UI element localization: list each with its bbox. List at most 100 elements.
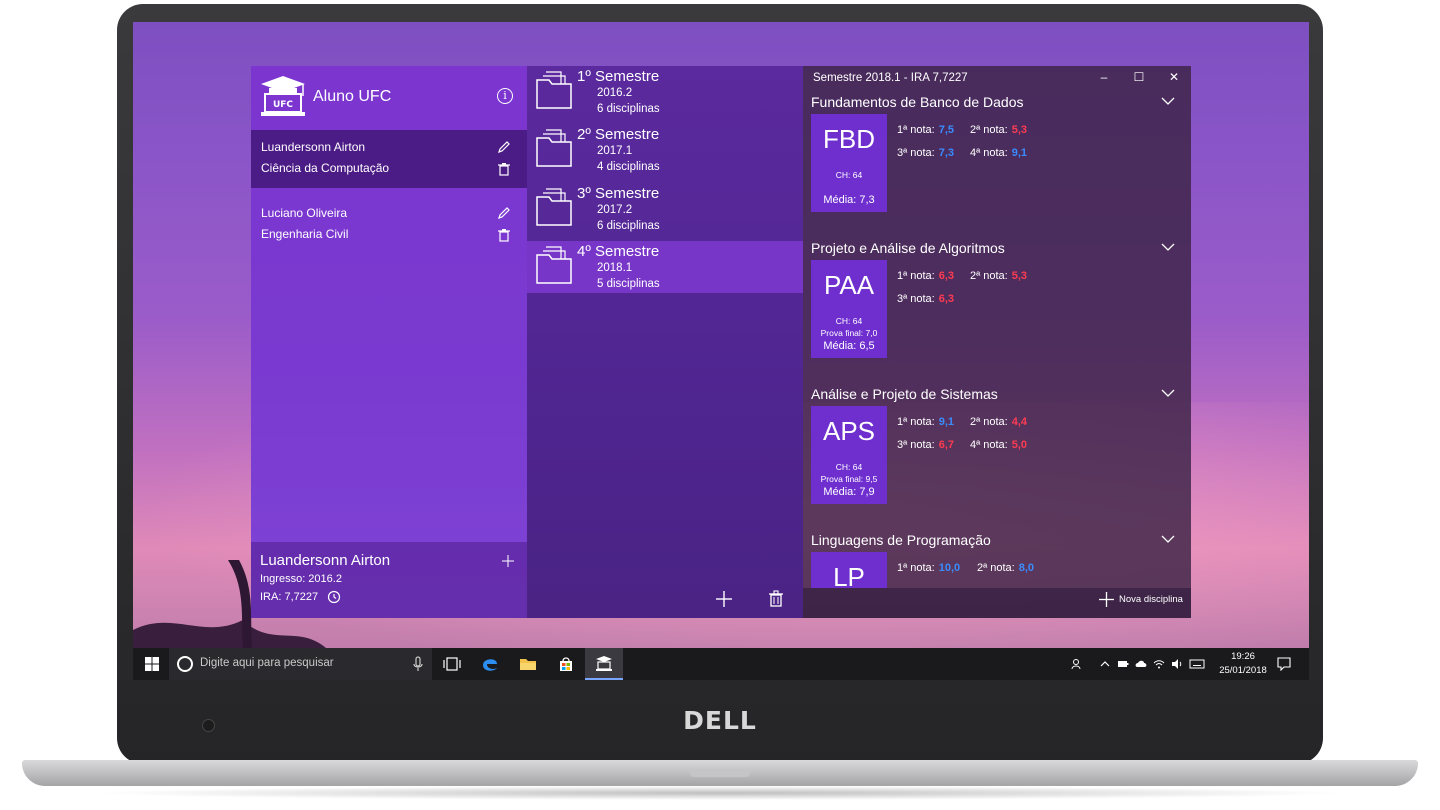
pencil-edit-icon[interactable] xyxy=(497,206,511,220)
discipline-card[interactable]: LP xyxy=(811,552,887,588)
minimize-button[interactable]: – xyxy=(1097,70,1111,84)
grade-label: 3ª nota: xyxy=(897,293,935,305)
windows-start-icon[interactable] xyxy=(145,657,159,671)
semester-item[interactable]: 2º Semestre 2017.1 4 disciplinas xyxy=(527,124,803,176)
app-window: UFC Aluno UFC i Luandersonn Airton Ciênc… xyxy=(251,66,1191,618)
semester-item-selected[interactable]: 4º Semestre 2018.1 5 disciplinas xyxy=(527,241,803,293)
cortana-icon[interactable] xyxy=(177,656,193,672)
semester-item[interactable]: 1º Semestre 2016.2 6 disciplinas xyxy=(527,66,803,118)
chevron-up-icon[interactable] xyxy=(1099,658,1111,670)
discipline-abbr: PAA xyxy=(823,270,875,300)
taskbar-search-box[interactable]: Digite aqui para pesquisar xyxy=(169,648,432,680)
discipline-card[interactable]: FBD CH: 64 Média: 7,3 xyxy=(811,114,887,212)
chevron-down-icon[interactable] xyxy=(1161,534,1175,544)
people-icon[interactable] xyxy=(1071,658,1083,670)
edge-browser-icon[interactable] xyxy=(481,655,499,673)
discipline-item: Análise e Projeto de Sistemas APS CH: 64… xyxy=(803,386,1191,526)
grade-value: 7,5 xyxy=(938,124,955,136)
trash-icon[interactable] xyxy=(498,228,510,242)
current-student-ira: IRA: 7,7227 xyxy=(260,591,319,603)
window-title: Semestre 2018.1 - IRA 7,7227 xyxy=(813,72,968,84)
folder-icon xyxy=(536,71,572,109)
discipline-ch: CH: 64 xyxy=(835,316,863,326)
grade: 3ª nota: 6,3 xyxy=(897,293,954,305)
discipline-item: Linguagens de Programação LP 1ª nota: 10,… xyxy=(803,532,1191,588)
discipline-ch: CH: 64 xyxy=(835,462,863,472)
discipline-item: Fundamentos de Banco de Dados FBD CH: 64… xyxy=(803,94,1191,234)
semesters-pane: 1º Semestre 2016.2 6 disciplinas 2º Seme… xyxy=(527,66,803,618)
student-item[interactable]: Luandersonn Airton Ciência da Computação xyxy=(251,130,527,188)
task-view-icon[interactable] xyxy=(443,655,461,673)
discipline-card[interactable]: PAA CH: 64 Prova final: 7,0 Média: 6,5 xyxy=(811,260,887,358)
grade-label: 1ª nota: xyxy=(897,124,935,136)
store-icon[interactable] xyxy=(557,655,575,673)
clock-time[interactable]: 19:26 xyxy=(1229,651,1257,662)
app-title: Aluno UFC xyxy=(313,88,392,105)
semester-code: 2016.2 xyxy=(597,87,633,99)
grade-value: 5,3 xyxy=(1011,270,1028,282)
current-student-name: Luandersonn Airton xyxy=(260,552,391,569)
grade-label: 2ª nota: xyxy=(970,124,1008,136)
discipline-abbr: LP xyxy=(833,562,865,588)
grade: 1ª nota: 7,5 xyxy=(897,124,954,136)
new-discipline-button[interactable]: Nova disciplina xyxy=(1119,594,1183,605)
microphone-icon[interactable] xyxy=(413,656,423,672)
keyboard-icon[interactable] xyxy=(1189,658,1205,670)
semester-code: 2018.1 xyxy=(597,262,633,274)
pencil-edit-icon[interactable] xyxy=(497,140,511,154)
base-shadow xyxy=(90,786,1350,800)
delete-semester-icon[interactable] xyxy=(769,590,783,607)
grade-label: 1ª nota: xyxy=(897,562,935,574)
volume-icon[interactable] xyxy=(1171,658,1183,670)
maximize-button[interactable]: ☐ xyxy=(1132,70,1146,84)
folder-icon xyxy=(536,129,572,167)
student-name: Luandersonn Airton xyxy=(261,140,366,154)
action-center-icon[interactable] xyxy=(1277,657,1291,671)
grade-label: 2ª nota: xyxy=(977,562,1015,574)
taskbar-active-app[interactable] xyxy=(585,648,623,680)
discipline-media: Média: 6,5 xyxy=(823,340,875,352)
add-semester-icon[interactable] xyxy=(715,590,733,608)
desktop-screen: UFC Aluno UFC i Luandersonn Airton Ciênc… xyxy=(133,22,1309,680)
discipline-title: Fundamentos de Banco de Dados xyxy=(811,94,1024,110)
grade-value: 7,3 xyxy=(938,147,955,159)
chevron-down-icon[interactable] xyxy=(1161,242,1175,252)
info-icon[interactable]: i xyxy=(497,88,513,104)
folder-icon xyxy=(536,246,572,284)
history-icon[interactable] xyxy=(327,590,341,604)
add-student-icon[interactable] xyxy=(501,554,515,568)
discipline-ch: CH: 64 xyxy=(835,170,863,180)
grade: 2ª nota: 8,0 xyxy=(977,562,1034,574)
student-item[interactable]: Luciano Oliveira Engenharia Civil xyxy=(251,196,527,254)
chevron-down-icon[interactable] xyxy=(1161,388,1175,398)
grade-value: 6,7 xyxy=(938,439,955,451)
discipline-item: Projeto e Análise de Algoritmos PAA CH: … xyxy=(803,240,1191,380)
trash-icon[interactable] xyxy=(498,162,510,176)
graduation-cap-logo-icon: UFC xyxy=(261,76,305,116)
grade: 3ª nota: 7,3 xyxy=(897,147,954,159)
grade: 4ª nota: 5,0 xyxy=(970,439,1027,451)
grade-label: 1ª nota: xyxy=(897,270,935,282)
grade-value: 6,3 xyxy=(938,293,955,305)
discipline-title: Análise e Projeto de Sistemas xyxy=(811,386,998,402)
grade: 2ª nota: 5,3 xyxy=(970,124,1027,136)
grade-value: 10,0 xyxy=(938,562,961,574)
wifi-icon[interactable] xyxy=(1153,658,1165,670)
search-placeholder: Digite aqui para pesquisar xyxy=(200,657,334,669)
semester-item[interactable]: 3º Semestre 2017.2 6 disciplinas xyxy=(527,183,803,235)
battery-icon[interactable] xyxy=(1117,658,1129,670)
clock-date[interactable]: 25/01/2018 xyxy=(1213,665,1273,676)
grade-value: 5,3 xyxy=(1011,124,1028,136)
discipline-final-exam: Prova final: 7,0 xyxy=(820,328,878,338)
grade: 1ª nota: 6,3 xyxy=(897,270,954,282)
grade-value: 9,1 xyxy=(1011,147,1028,159)
close-button[interactable]: ✕ xyxy=(1167,70,1181,84)
file-explorer-icon[interactable] xyxy=(519,655,537,673)
add-discipline-icon[interactable] xyxy=(1099,592,1114,607)
chevron-down-icon[interactable] xyxy=(1161,96,1175,106)
discipline-card[interactable]: APS CH: 64 Prova final: 9,5 Média: 7,9 xyxy=(811,406,887,504)
semester-count: 4 disciplinas xyxy=(597,161,660,173)
grade-label: 3ª nota: xyxy=(897,147,935,159)
onedrive-cloud-icon[interactable] xyxy=(1135,658,1147,670)
semester-title: 2º Semestre xyxy=(577,126,660,143)
